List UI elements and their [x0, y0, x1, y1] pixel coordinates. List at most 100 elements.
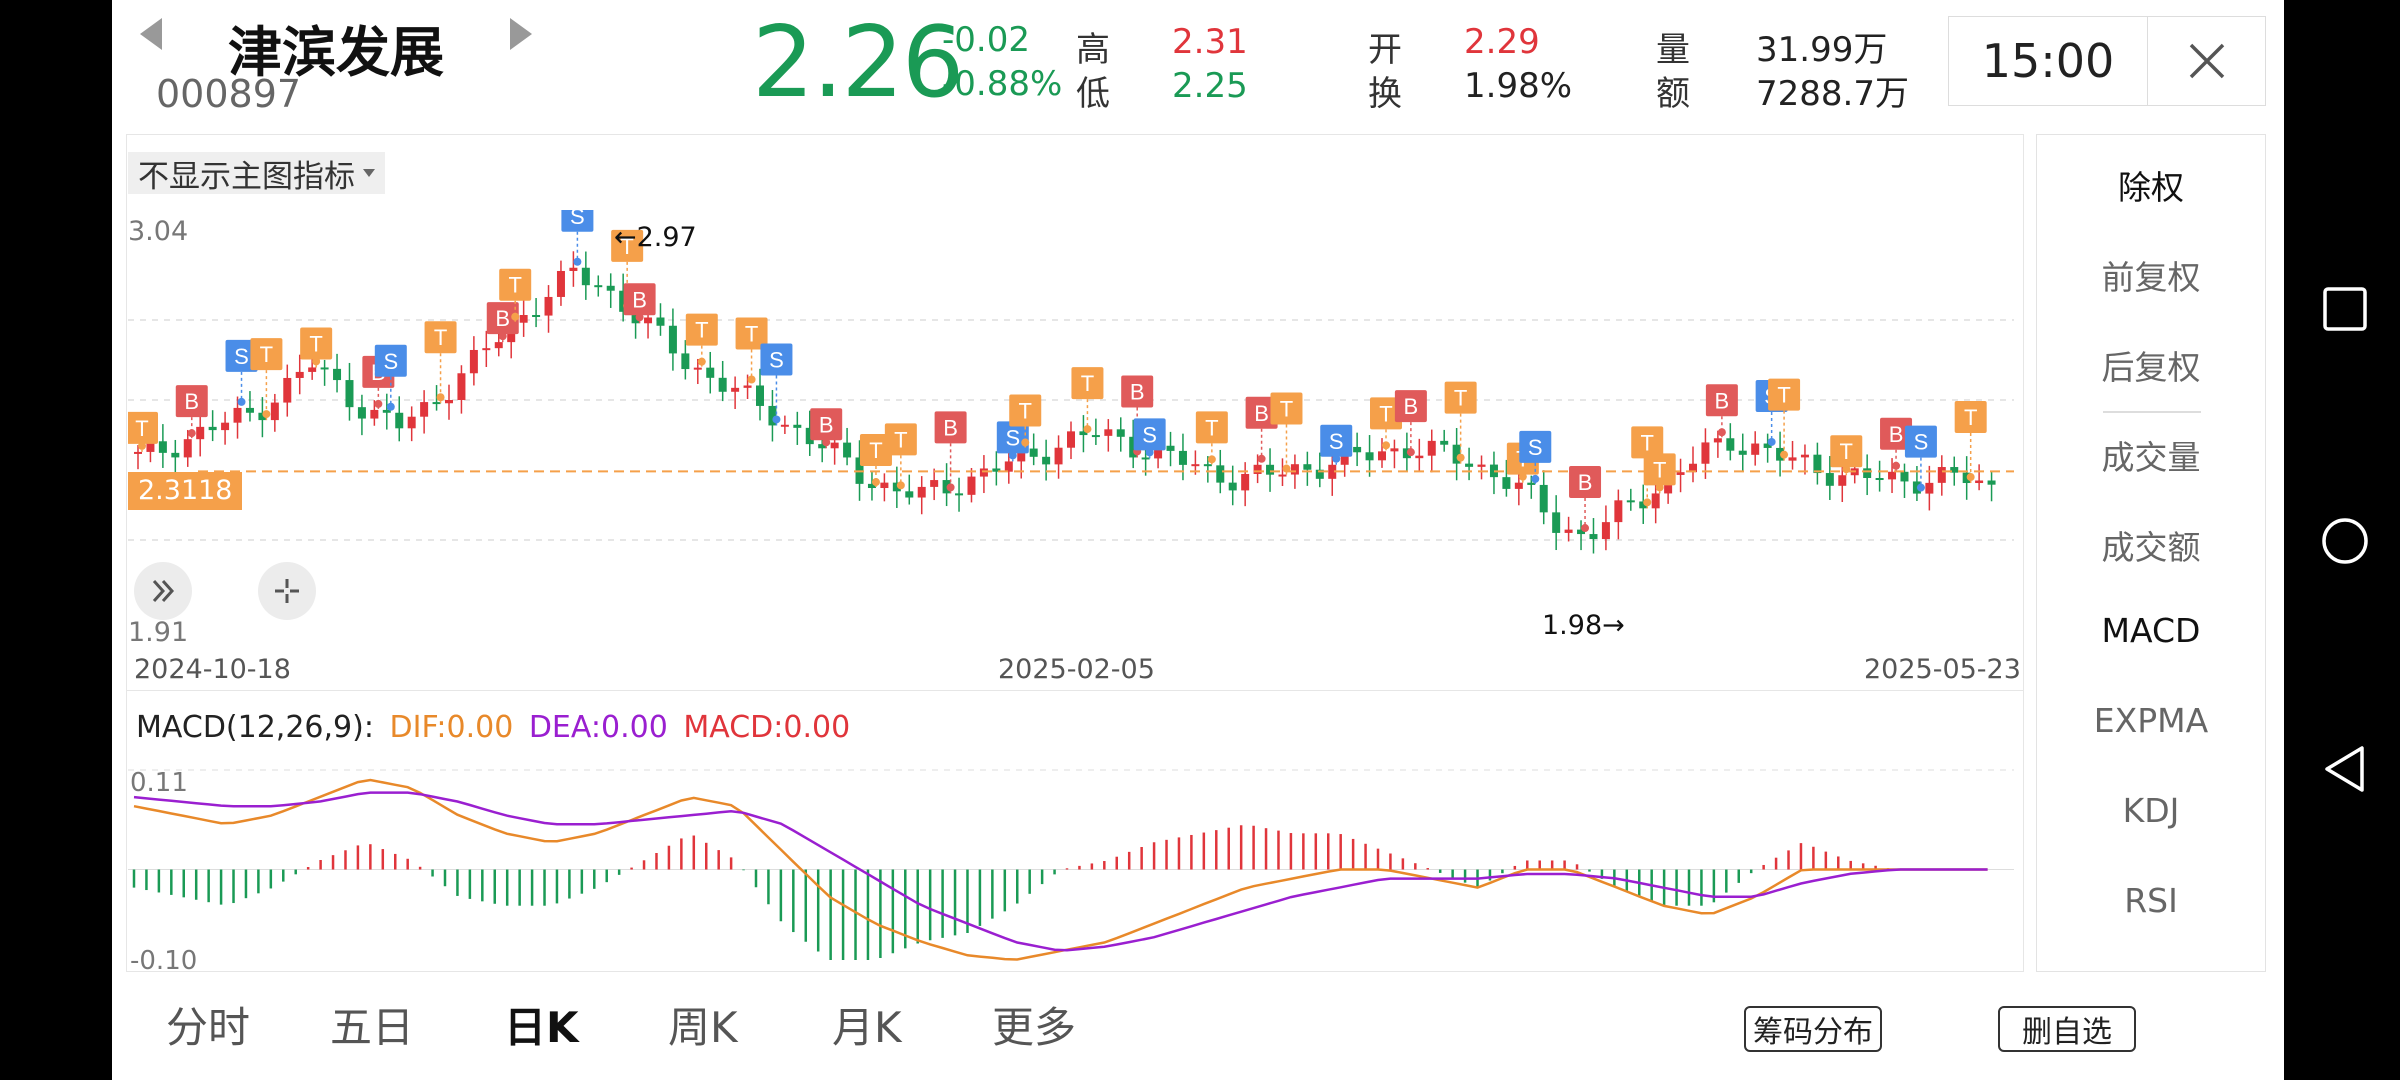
- trade-badge-label: T: [1379, 401, 1392, 426]
- trade-badge-label: T: [434, 325, 447, 350]
- back-icon[interactable]: [2322, 744, 2368, 794]
- trade-badge-label: B: [1404, 394, 1419, 419]
- menu-amount[interactable]: 成交额: [2037, 521, 2265, 569]
- close-icon: [2189, 43, 2224, 79]
- candle-body: [245, 407, 254, 413]
- badge-dot: [1257, 454, 1266, 463]
- low-value: 2.25: [1172, 66, 1248, 106]
- candle-body: [469, 349, 478, 374]
- candle-body: [1353, 446, 1362, 453]
- candle-body: [1601, 522, 1610, 540]
- badge-dot: [1531, 474, 1540, 483]
- candle-body: [445, 400, 453, 404]
- tab-monthly-k[interactable]: 月K: [832, 994, 902, 1055]
- candle-body: [1166, 445, 1175, 451]
- tab-intraday[interactable]: 分时: [166, 994, 250, 1055]
- candle-body: [706, 367, 715, 378]
- candle-body: [233, 407, 242, 423]
- chevron-down-icon: [363, 169, 375, 177]
- badge-dot: [1780, 450, 1789, 459]
- collapse-button[interactable]: [258, 562, 316, 620]
- menu-divider: [2103, 411, 2201, 413]
- candle-body: [1303, 464, 1312, 470]
- candle-body: [1104, 429, 1113, 436]
- trade-badge-label: T: [1019, 399, 1032, 424]
- close-button[interactable]: [2148, 16, 2266, 106]
- candle-body: [1253, 464, 1262, 474]
- tab-daily-k[interactable]: 日K: [504, 994, 579, 1055]
- candle-body: [718, 377, 727, 392]
- recent-apps-icon[interactable]: [2322, 286, 2368, 332]
- menu-forward-adjust[interactable]: 前复权: [2037, 251, 2265, 299]
- next-stock-arrow[interactable]: [510, 18, 532, 50]
- candle-body: [731, 387, 740, 392]
- menu-macd[interactable]: MACD: [2037, 611, 2265, 650]
- remove-watchlist-button[interactable]: 删自选: [1998, 1006, 2136, 1052]
- candle-body: [196, 426, 205, 440]
- menu-expma[interactable]: EXPMA: [2037, 701, 2265, 740]
- menu-backward-adjust[interactable]: 后复权: [2037, 341, 2265, 389]
- tab-more[interactable]: 更多: [992, 994, 1076, 1055]
- badge-dot: [511, 312, 520, 321]
- menu-volume[interactable]: 成交量: [2037, 431, 2265, 479]
- candle-body: [370, 409, 379, 419]
- candle-body: [519, 315, 528, 323]
- volume-label: 量: [1656, 30, 1690, 70]
- prev-stock-arrow[interactable]: [140, 18, 162, 50]
- trade-badge-label: B: [819, 412, 834, 437]
- candle-body: [1527, 482, 1536, 485]
- kline-chart[interactable]: TBSTTBSTBTSTBTTSBTTBSTTBSTBTSTBTTSBTTBST…: [128, 210, 2024, 650]
- menu-rsi[interactable]: RSI: [2037, 881, 2265, 920]
- badge-dot: [1207, 455, 1216, 464]
- system-nav-bar: [2284, 0, 2400, 1080]
- low-label: 低: [1076, 74, 1110, 114]
- trade-badge-label: T: [260, 342, 273, 367]
- badge-dot: [1916, 483, 1925, 492]
- trade-badge-label: S: [1528, 435, 1543, 460]
- candle-body: [1390, 448, 1399, 452]
- candle-body: [1539, 484, 1548, 513]
- high-price-marker: ←2.97: [614, 222, 697, 253]
- volume-value: 31.99万: [1756, 30, 1888, 70]
- macd-dea-line: [133, 791, 1988, 952]
- candle-body: [1589, 534, 1598, 540]
- tab-weekly-k[interactable]: 周K: [668, 994, 738, 1055]
- time-button[interactable]: 15:00: [1948, 16, 2148, 106]
- candle-body: [1676, 472, 1685, 475]
- candle-body: [979, 468, 988, 477]
- candle-body: [1937, 467, 1946, 483]
- turnover-value: 1.98%: [1464, 66, 1573, 106]
- candle-body: [668, 325, 677, 354]
- tab-five-day[interactable]: 五日: [330, 994, 414, 1055]
- candle-body: [544, 296, 553, 316]
- candle-body: [1440, 440, 1449, 445]
- candle-body: [457, 373, 466, 401]
- chip-distribution-button[interactable]: 筹码分布: [1744, 1006, 1882, 1052]
- macd-chart[interactable]: [128, 760, 2024, 970]
- menu-ex-rights[interactable]: 除权: [2037, 161, 2265, 209]
- stock-code: 000897: [156, 72, 302, 116]
- candle-body: [1788, 457, 1797, 461]
- candle-body: [1067, 431, 1075, 448]
- shrink-icon: [275, 579, 299, 603]
- candle-body: [905, 491, 914, 498]
- candle-body: [1900, 471, 1909, 482]
- candle-body: [183, 439, 192, 458]
- badge-dot: [1282, 464, 1291, 473]
- candle-body: [1975, 480, 1984, 484]
- candle-body: [482, 348, 491, 351]
- candle-body: [1228, 482, 1237, 491]
- candle-body: [1925, 482, 1934, 494]
- expand-button[interactable]: [134, 562, 192, 620]
- badge-dot: [386, 402, 395, 411]
- trade-badge-label: T: [1205, 415, 1218, 440]
- home-icon[interactable]: [2320, 516, 2370, 566]
- menu-kdj[interactable]: KDJ: [2037, 791, 2265, 830]
- badge-dot: [573, 257, 582, 266]
- candle-body: [1800, 454, 1809, 458]
- trade-badge-label: T: [1454, 386, 1467, 411]
- badge-dot: [946, 483, 955, 492]
- main-indicator-dropdown[interactable]: 不显示主图指标: [128, 152, 385, 195]
- trade-badge-label: T: [309, 331, 322, 356]
- current-price: 2.26: [752, 6, 964, 120]
